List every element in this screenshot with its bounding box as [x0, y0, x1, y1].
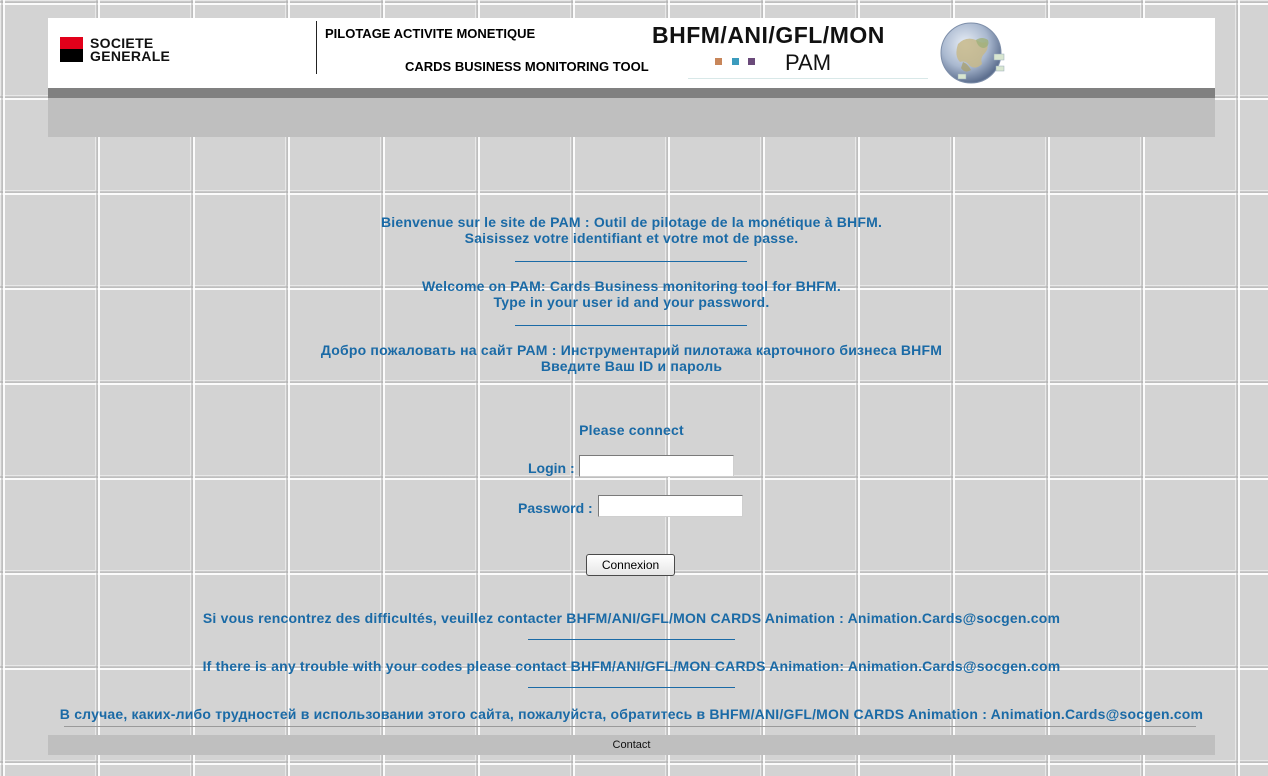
contact-link[interactable]: Contact: [48, 739, 1215, 751]
welcome-fr-line2: Saisissez votre identifiant et votre mot…: [464, 230, 799, 246]
societe-generale-logo: SOCIETE GENERALE: [60, 35, 185, 64]
app-name-underline: [688, 78, 928, 79]
welcome-en-line1: Welcome on PAM: Cards Business monitorin…: [421, 278, 842, 294]
login-input[interactable]: [579, 455, 734, 477]
department-code: BHFM/ANI/GFL/MON: [652, 22, 885, 48]
help-en: If there is any trouble with your codes …: [202, 658, 1061, 674]
divider-3: [528, 639, 735, 640]
logo-text: SOCIETE GENERALE: [90, 35, 171, 64]
divider-4: [528, 687, 735, 688]
header-divider: [316, 21, 317, 74]
header-bar-dark: [48, 88, 1215, 98]
help-ru: В случае, каких-либо трудностей в исполь…: [59, 706, 1204, 722]
color-dots-decoration: [715, 58, 760, 66]
footer-divider: [64, 726, 1196, 727]
connect-prompt: Please connect: [579, 422, 684, 438]
welcome-en-line2: Type in your user id and your password.: [493, 294, 770, 310]
logo-mark-icon: [60, 37, 83, 62]
title-french: PILOTAGE ACTIVITE MONETIQUE: [325, 26, 536, 41]
divider-2: [515, 325, 747, 326]
connexion-button[interactable]: Connexion: [586, 554, 675, 576]
login-content: Bienvenue sur le site de PAM : Outil de …: [48, 137, 1215, 735]
divider-1: [515, 261, 747, 262]
app-name: PAM: [785, 50, 832, 75]
page-container: SOCIETE GENERALE PILOTAGE ACTIVITE MONET…: [48, 18, 1215, 755]
dot-orange: [715, 58, 722, 65]
help-fr: Si vous rencontrez des difficultés, veui…: [202, 610, 1061, 626]
footer-bar: Contact: [48, 735, 1215, 755]
title-english: CARDS BUSINESS MONITORING TOOL: [405, 59, 649, 74]
welcome-fr-line1: Bienvenue sur le site de PAM : Outil de …: [380, 214, 883, 230]
header-bar-light: [48, 98, 1215, 137]
password-input[interactable]: [598, 495, 743, 517]
dot-purple: [748, 58, 755, 65]
dot-blue: [732, 58, 739, 65]
welcome-ru-line2: Введите Ваш ID и пароль: [540, 358, 723, 374]
header-banner: SOCIETE GENERALE PILOTAGE ACTIVITE MONET…: [48, 18, 1215, 88]
welcome-ru-line1: Добро пожаловать на сайт PAM : Инструмен…: [320, 342, 943, 358]
globe-icon: [940, 22, 1005, 84]
password-label: Password :: [518, 500, 593, 516]
login-label: Login :: [528, 460, 575, 476]
